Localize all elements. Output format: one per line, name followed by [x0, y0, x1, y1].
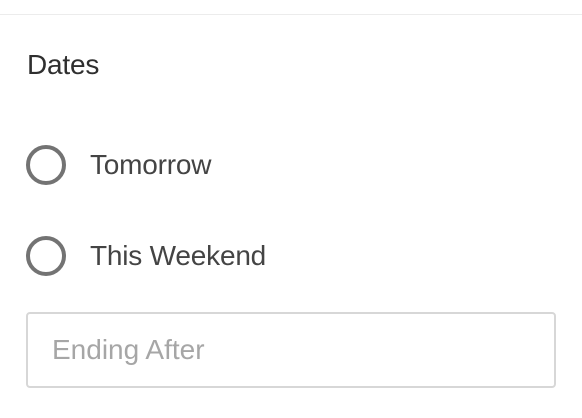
radio-label-this-weekend: This Weekend [90, 240, 267, 271]
radio-button-this-weekend[interactable] [26, 236, 66, 276]
ending-after-input[interactable] [26, 312, 556, 388]
dates-filter-panel: Dates Tomorrow This Weekend [0, 0, 582, 418]
radio-button-tomorrow[interactable] [26, 145, 66, 185]
top-divider [0, 14, 582, 15]
dates-section-title: Dates [27, 49, 100, 80]
radio-option-this-weekend[interactable]: This Weekend [26, 233, 266, 279]
ending-after-field-wrapper [26, 312, 556, 388]
radio-label-tomorrow: Tomorrow [90, 149, 212, 180]
radio-option-tomorrow[interactable]: Tomorrow [26, 142, 212, 188]
